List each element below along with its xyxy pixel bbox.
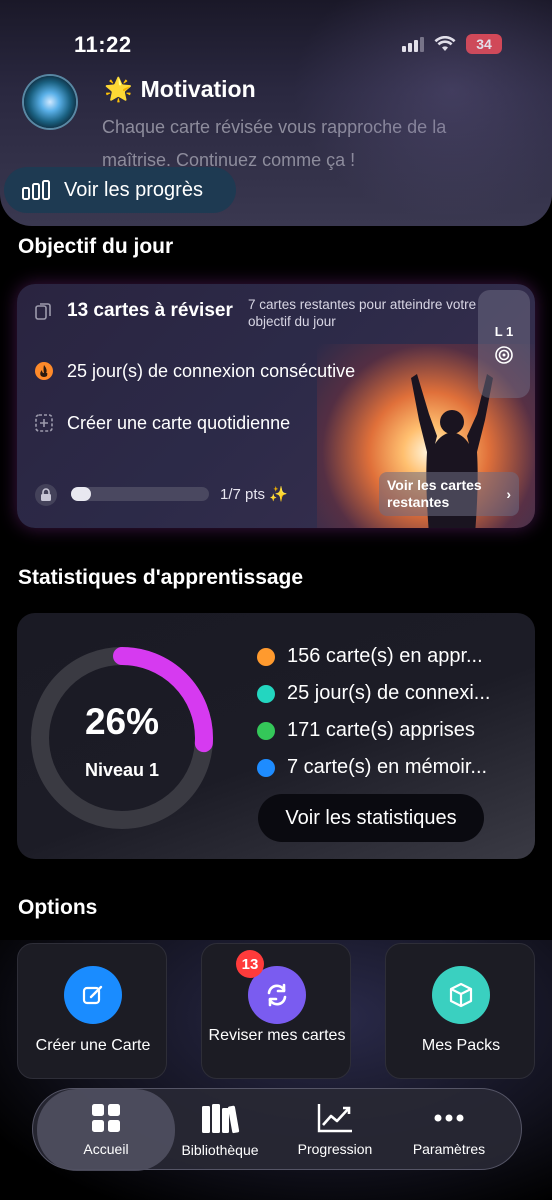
legend-dot <box>257 684 275 703</box>
status-time: 11:22 <box>74 32 132 57</box>
option-label: Créer une Carte <box>35 1037 151 1054</box>
create-card-text: Créer une carte quotidienne <box>67 412 291 433</box>
tab-label: Bibliothèque <box>181 1142 259 1158</box>
legend-dot <box>257 647 275 666</box>
cards-to-review-row: 13 cartes à réviser <box>33 300 233 322</box>
legend-item: 156 carte(s) en appr... <box>257 645 525 668</box>
my-packs-option[interactable]: Mes Packs <box>385 943 535 1079</box>
cards-to-review-text: 13 cartes à réviser <box>67 300 233 321</box>
grid-icon <box>92 1104 120 1132</box>
daily-goal-card[interactable]: 13 cartes à réviser 7 cartes restantes p… <box>17 284 535 528</box>
review-cards-option[interactable]: 13 Reviser mes cartes <box>201 943 351 1079</box>
tab-library[interactable]: Bibliothèque <box>165 1089 275 1171</box>
legend-dot <box>257 721 275 740</box>
chevron-right-icon: › <box>506 485 511 502</box>
signal-icon <box>402 36 424 52</box>
level-label: L 1 <box>494 324 514 339</box>
legend-text: 25 jour(s) de connexi... <box>287 682 491 704</box>
legend-text: 171 carte(s) apprises <box>287 719 475 741</box>
points-progress-fill <box>71 487 91 501</box>
legend-text: 7 carte(s) en mémoir... <box>287 756 488 778</box>
points-text: 1/7 pts ✨ <box>220 486 288 503</box>
chart-icon <box>317 1104 352 1133</box>
stats-card: 26% Niveau 1 156 carte(s) en appr... 25 … <box>17 613 535 859</box>
battery-icon: 34 <box>466 34 502 54</box>
view-progress-label: Voir les progrès <box>64 178 203 201</box>
legend-item: 7 carte(s) en mémoir... <box>257 756 525 779</box>
see-remaining-cards-label: Voir les cartes restantes <box>387 477 482 510</box>
cards-stack-icon <box>33 300 55 322</box>
motivation-title: 🌟 Motivation <box>104 76 256 103</box>
tab-label: Accueil <box>83 1141 129 1157</box>
see-remaining-cards-button[interactable]: Voir les cartes restantes › <box>379 472 519 516</box>
create-card-option[interactable]: Créer une Carte <box>17 943 167 1079</box>
level-pill[interactable]: L 1 <box>478 290 530 398</box>
avatar[interactable] <box>24 76 76 128</box>
legend-item: 25 jour(s) de connexi... <box>257 682 525 705</box>
stats-title: Statistiques d'apprentissage <box>18 566 304 589</box>
daily-goal-title: Objectif du jour <box>18 235 174 258</box>
see-stats-button[interactable]: Voir les statistiques <box>258 794 484 842</box>
tab-label: Paramètres <box>412 1141 486 1157</box>
wifi-icon <box>434 36 456 51</box>
option-label: Reviser mes cartes <box>208 1027 346 1044</box>
lock-icon <box>35 484 57 506</box>
more-icon <box>434 1114 464 1122</box>
legend-dot <box>257 758 275 777</box>
package-icon <box>432 966 490 1024</box>
view-progress-button[interactable]: Voir les progrès <box>4 167 236 213</box>
streak-row: 25 jour(s) de connexion consécutive <box>33 360 355 382</box>
goal-hint-text: 7 cartes restantes pour atteindre votre … <box>248 297 477 329</box>
motivation-title-text: Motivation <box>140 76 256 102</box>
add-square-icon <box>33 412 55 434</box>
tab-progression[interactable]: Progression <box>283 1089 387 1171</box>
options-title: Options <box>18 896 98 919</box>
tab-bar: Accueil Bibliothèque Progression Paramèt… <box>32 1088 522 1171</box>
books-icon <box>202 1104 240 1134</box>
option-label: Mes Packs <box>421 1037 501 1054</box>
tab-settings[interactable]: Paramètres <box>397 1089 501 1171</box>
streak-text: 25 jour(s) de connexion consécutive <box>67 360 356 381</box>
bar-chart-icon <box>22 180 50 200</box>
flame-icon <box>33 360 55 382</box>
review-count-badge: 13 <box>236 950 264 978</box>
status-icons: 34 <box>402 34 502 54</box>
edit-icon <box>64 966 122 1024</box>
legend-item: 171 carte(s) apprises <box>257 719 525 742</box>
target-icon <box>495 346 513 364</box>
tab-home[interactable]: Accueil <box>37 1089 175 1171</box>
tab-label: Progression <box>297 1141 373 1157</box>
legend-text: 156 carte(s) en appr... <box>287 645 483 667</box>
star-icon: 🌟 <box>104 76 133 102</box>
create-card-row[interactable]: Créer une carte quotidienne <box>33 412 290 434</box>
progress-percent: 26% <box>84 701 160 742</box>
points-progress-bar <box>71 487 209 501</box>
progress-level: Niveau 1 <box>84 760 160 780</box>
